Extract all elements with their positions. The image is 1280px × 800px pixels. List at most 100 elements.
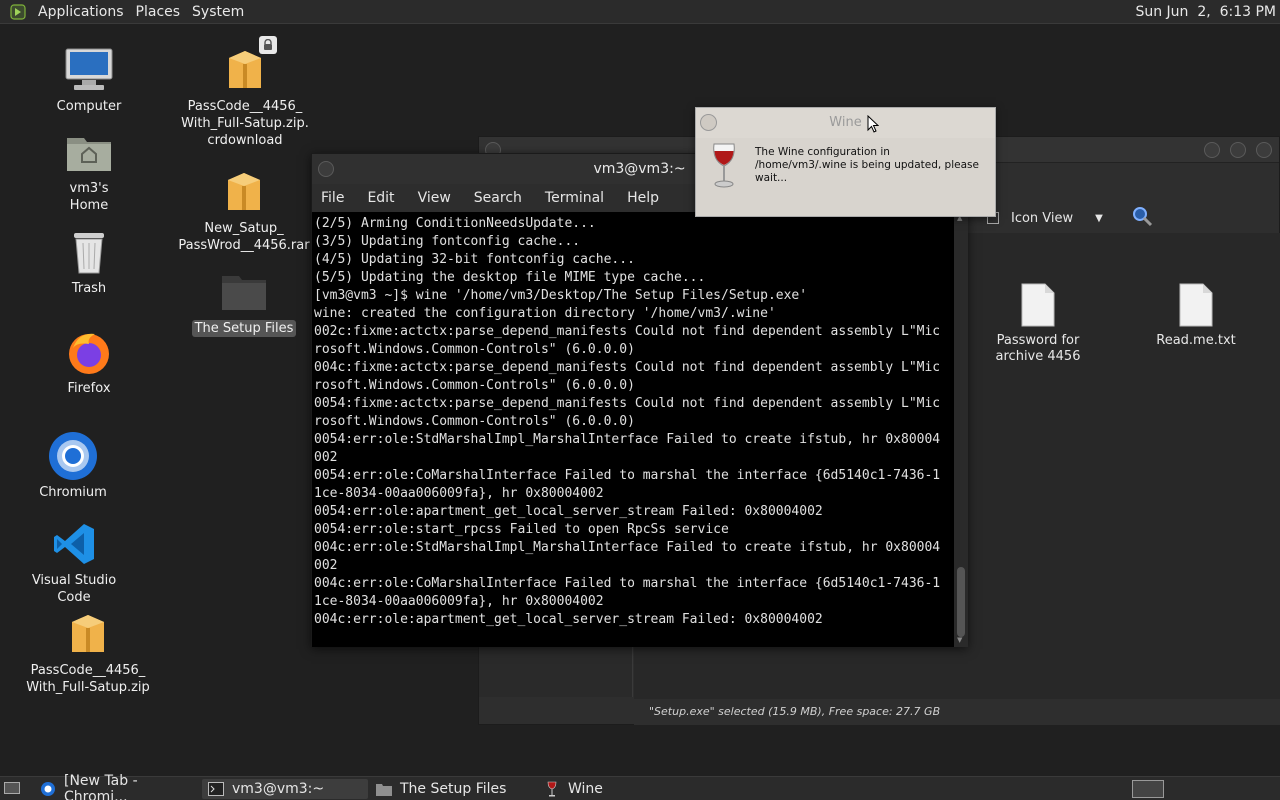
top-panel: Applications Places System Sun Jun 2, 6:… [0,0,1280,24]
desktop-icon-chromium[interactable]: Chromium [32,430,114,501]
chromium-icon [40,781,56,797]
desktop-icon-vscode[interactable]: Visual Studio Code [14,518,134,606]
vscode-icon [48,518,100,570]
menu-help[interactable]: Help [627,190,659,206]
minimize-button[interactable] [1204,142,1220,158]
places-menu[interactable]: Places [132,4,189,20]
terminal-line: 002c:fixme:actctx:parse_depend_manifests… [314,324,941,339]
file-item-password[interactable]: Password for archive 4456 [973,283,1103,365]
desktop-icon-passcode-zip[interactable]: PassCode__4456_ With_Full-Satup.zip [22,608,154,696]
wine-icon [544,781,560,797]
terminal-line: 0054:err:ole:apartment_get_local_server_… [314,504,823,519]
desktop-icon-label: Computer [56,99,122,114]
desktop-icon-label: PassCode__4456_ With_Full-Satup.zip [26,663,150,695]
terminal-line: (4/5) Updating 32-bit fontconfig cache..… [314,252,635,267]
lock-icon [259,36,277,54]
status-bar: "Setup.exe" selected (15.9 MB), Free spa… [634,699,1280,725]
desktop-icon-firefox[interactable]: Firefox [48,326,130,397]
desktop-icon-label: vm3's Home [69,181,109,213]
window-title: vm3@vm3:~ [593,161,686,177]
taskbar: [New Tab - Chromi... vm3@vm3:~ The Setup… [0,773,1280,800]
file-label: Read.me.txt [1156,333,1236,348]
text-file-icon [1021,283,1055,327]
terminal-scrollbar[interactable]: ▲ ▼ [954,212,968,647]
system-menu[interactable]: System [188,4,252,20]
terminal-line: (2/5) Arming ConditionNeedsUpdate... [314,216,596,231]
archive-icon [62,608,114,660]
wine-glass-icon [710,142,738,194]
desktop-icon-label: Firefox [67,381,111,396]
scrollbar-thumb[interactable] [957,567,965,637]
window-menu-button[interactable] [700,114,717,131]
clock[interactable]: Sun Jun 2, 6:13 PM [1135,4,1276,20]
firefox-icon [63,326,115,378]
dialog-title: Wine [829,115,862,130]
folder-icon [218,266,270,318]
file-item-readme[interactable]: Read.me.txt [1131,283,1261,349]
home-folder-icon [63,126,115,178]
task-label: Wine [568,781,603,797]
desktop-icon-home[interactable]: vm3's Home [48,126,130,214]
computer-icon [63,44,115,96]
terminal-line: (3/5) Updating fontconfig cache... [314,234,581,249]
search-icon[interactable] [1131,205,1153,231]
terminal-line: 004c:err:ole:apartment_get_local_server_… [314,612,823,627]
close-button[interactable] [1256,142,1272,158]
terminal-line: 1ce-8034-00aa006009fa}, hr 0x80004002 [314,486,604,501]
desktop-icon-passcode-crdownload[interactable]: PassCode__4456_ With_Full-Satup.zip. crd… [178,36,312,149]
task-terminal[interactable]: vm3@vm3:~ [202,779,368,799]
terminal-line: wine: created the configuration director… [314,306,776,321]
distro-logo-icon[interactable] [8,2,28,22]
menu-search[interactable]: Search [474,190,522,206]
folder-icon [376,781,392,797]
desktop-icon-label: Trash [71,281,107,296]
desktop-icon-label: PassCode__4456_ With_Full-Satup.zip. crd… [181,99,309,148]
view-mode-label: Icon View [1011,210,1074,226]
window-menu-button[interactable] [318,161,334,177]
chevron-down-icon: ▼ [1095,212,1103,224]
file-label: Password for archive 4456 [995,333,1081,364]
terminal-line: 004c:err:ole:StdMarshalImpl_MarshalInter… [314,540,941,555]
desktop-icon-label: Visual Studio Code [31,573,117,605]
menu-view[interactable]: View [418,190,451,206]
task-chromium[interactable]: [New Tab - Chromi... [34,773,200,800]
terminal-line: 0054:fixme:actctx:parse_depend_manifests… [314,396,941,411]
terminal-line: 004c:err:ole:CoMarshalInterface Failed t… [314,576,941,591]
desktop-icon-label: New_Satup_ PassWrod__4456.rar [178,221,310,253]
menu-edit[interactable]: Edit [367,190,394,206]
terminal-line: 0054:err:ole:CoMarshalInterface Failed t… [314,468,941,483]
terminal-window: vm3@vm3:~ File Edit View Search Terminal… [311,153,968,647]
task-file-manager[interactable]: The Setup Files [370,779,536,799]
desktop-icon-trash[interactable]: Trash [48,226,130,297]
workspace-switcher-icon[interactable] [1132,780,1164,798]
terminal-line: 0054:err:ole:StdMarshalImpl_MarshalInter… [314,432,941,447]
desktop-icon-new-satup-rar[interactable]: New_Satup_ PassWrod__4456.rar [176,166,312,254]
terminal-output[interactable]: (2/5) Arming ConditionNeedsUpdate... (3/5… [312,212,954,647]
applications-menu[interactable]: Applications [34,4,132,20]
text-file-icon [1179,283,1213,327]
desktop-icon-setup-files-folder[interactable]: The Setup Files [190,266,298,337]
desktop-icon-computer[interactable]: Computer [48,44,130,115]
trash-icon [63,226,115,278]
menu-file[interactable]: File [321,190,344,206]
scroll-down-icon[interactable]: ▼ [957,636,962,644]
wine-dialog: Wine The Wine configuration in /home/vm3… [695,107,996,217]
view-mode-selector[interactable]: Icon View ▼ [987,207,1137,229]
terminal-line: [vm3@vm3 ~]$ wine '/home/vm3/Desktop/The… [314,288,808,303]
terminal-line: 004c:fixme:actctx:parse_depend_manifests… [314,360,941,375]
terminal-icon [208,781,224,797]
maximize-button[interactable] [1230,142,1246,158]
terminal-line: rosoft.Windows.Common-Controls" (6.0.0.0… [314,414,635,429]
task-label: [New Tab - Chromi... [64,773,138,800]
menu-terminal[interactable]: Terminal [545,190,604,206]
show-desktop-icon[interactable] [4,782,20,794]
dialog-message: The Wine configuration in /home/vm3/.win… [755,146,979,184]
archive-icon [219,36,277,96]
terminal-line: 002 [314,558,338,573]
task-wine[interactable]: Wine [538,779,704,799]
terminal-line: 1ce-8034-00aa006009fa}, hr 0x80004002 [314,594,604,609]
wine-dialog-titlebar[interactable]: Wine [696,108,995,138]
chromium-icon [47,430,99,482]
mouse-cursor-icon [867,115,879,133]
task-label: vm3@vm3:~ [232,781,325,797]
